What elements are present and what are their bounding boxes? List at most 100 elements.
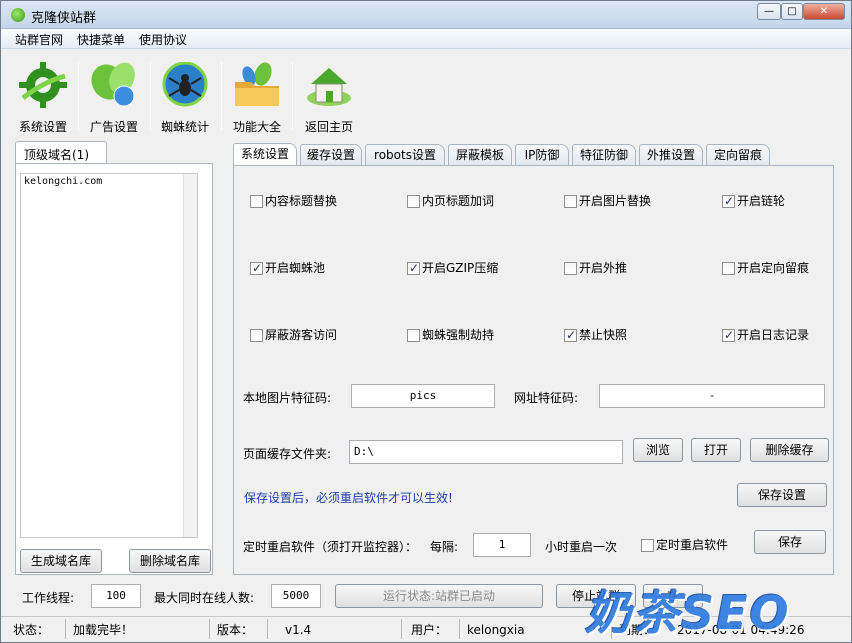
tab-block-template[interactable]: 屏蔽模板 <box>448 144 512 165</box>
option-checkbox[interactable]: 蜘蛛强制劫持 <box>407 328 494 344</box>
toolbar-home[interactable]: 返回主页 <box>295 56 363 134</box>
version-label: 版本： <box>217 623 254 637</box>
settings-tabs: 系统设置 缓存设置 robots设置 屏蔽模板 IP防御 特征防御 外推设置 定… <box>233 143 833 166</box>
restart-label: 定时重启软件（须打开监控器）： <box>243 540 418 554</box>
toolbar-label: 功能大全 <box>232 120 281 134</box>
status-value: 加载完毕！ <box>73 623 134 637</box>
domain-panel: kelongchi.com <box>15 163 213 575</box>
status-separator <box>459 619 460 639</box>
window-title: 克隆侠站群 <box>31 11 97 26</box>
img-code-input[interactable]: pics <box>351 384 495 408</box>
url-code-input[interactable]: - <box>599 384 825 408</box>
toolbar-system-settings[interactable]: 系统设置 <box>9 56 77 134</box>
img-code-label: 本地图片特征码: <box>243 391 332 405</box>
title-bar: 克隆侠站群 — □ ✕ <box>1 1 851 29</box>
option-checkbox[interactable]: 开启链轮 <box>722 194 785 210</box>
toolbar-label: 系统设置 <box>18 120 67 134</box>
option-checkbox[interactable]: 开启日志记录 <box>722 328 809 344</box>
checkbox-box[interactable] <box>407 195 420 208</box>
list-item[interactable]: kelongchi.com <box>24 176 194 187</box>
toolbar-all-features[interactable]: 功能大全 <box>223 56 291 134</box>
menu-agreement[interactable]: 使用协议 <box>139 31 187 48</box>
tab-feature-defense[interactable]: 特征防御 <box>572 144 636 165</box>
hours-label: 小时重启一次 <box>545 540 618 554</box>
status-separator <box>267 619 268 639</box>
close-button[interactable]: ✕ <box>803 3 845 20</box>
cache-folder-input[interactable]: D:\ <box>349 440 623 464</box>
threads-input[interactable]: 100 <box>91 584 141 608</box>
toolbar-spider-stats[interactable]: 蜘蛛统计 <box>151 56 219 134</box>
checkbox-box[interactable] <box>407 261 420 275</box>
menu-site[interactable]: 站群官网 <box>15 31 63 48</box>
url-code-label: 网址特征码: <box>514 391 579 405</box>
threads-label: 工作线程: <box>22 591 75 605</box>
delete-domain-button[interactable]: 删除域名库 <box>129 549 211 573</box>
save-settings-button[interactable]: 保存设置 <box>737 483 827 507</box>
checkbox-box[interactable] <box>564 262 577 275</box>
checkbox-box[interactable] <box>564 328 577 342</box>
checkbox-box[interactable] <box>641 539 654 552</box>
user-value: kelongxia <box>467 623 525 637</box>
checkbox-box[interactable] <box>722 328 735 342</box>
open-button[interactable]: 打开 <box>691 438 741 462</box>
toolbar-label: 蜘蛛统计 <box>160 120 209 134</box>
checkbox-box[interactable] <box>250 195 263 208</box>
browse-button[interactable]: 浏览 <box>633 438 683 462</box>
delete-cache-button[interactable]: 删除缓存 <box>750 438 829 462</box>
max-users-label: 最大同时在线人数: <box>154 591 255 605</box>
checkbox-box[interactable] <box>250 261 263 275</box>
checkbox-box[interactable] <box>564 195 577 208</box>
restart-hours-input[interactable]: 1 <box>473 533 531 557</box>
toolbar-label: 广告设置 <box>89 120 138 134</box>
domain-list[interactable]: kelongchi.com <box>20 173 198 538</box>
max-users-input[interactable]: 5000 <box>271 584 321 608</box>
cache-folder-label: 页面缓存文件夹: <box>243 447 332 461</box>
toolbar-separator <box>78 62 79 130</box>
minimize-button[interactable]: — <box>757 3 781 20</box>
checkbox-box[interactable] <box>722 194 735 208</box>
scrollbar[interactable] <box>183 174 197 537</box>
tab-outreach[interactable]: 外推设置 <box>639 144 703 165</box>
option-checkbox[interactable]: 内容标题替换 <box>250 194 337 210</box>
app-logo-icon <box>11 8 25 22</box>
scheduled-restart-checkbox[interactable]: 定时重启软件 <box>641 538 728 554</box>
option-checkbox[interactable]: 开启定向留痕 <box>722 261 809 277</box>
run-status-button: 运行状态:站群已启动 <box>335 584 543 608</box>
option-checkbox[interactable]: 开启外推 <box>564 261 627 277</box>
option-checkbox[interactable]: 屏蔽游客访问 <box>250 328 337 344</box>
option-checkbox[interactable]: 开启GZIP压缩 <box>407 261 498 277</box>
maximize-button[interactable]: □ <box>781 3 803 20</box>
spider-icon <box>162 62 208 107</box>
user-label: 用户： <box>411 623 448 637</box>
tab-top-domains[interactable]: 顶级域名(1) <box>15 141 107 165</box>
version-value: v1.4 <box>285 623 312 637</box>
folder-icon <box>235 62 279 106</box>
option-checkbox[interactable]: 开启蜘蛛池 <box>250 261 325 277</box>
status-separator <box>65 619 66 639</box>
watermark-logo: 奶茶SEO <box>585 586 791 640</box>
status-separator <box>209 619 210 639</box>
home-icon <box>307 68 351 106</box>
option-checkbox[interactable]: 禁止快照 <box>564 328 627 344</box>
menu-quick[interactable]: 快捷菜单 <box>77 31 125 48</box>
toolbar-separator <box>221 62 222 130</box>
checkbox-box[interactable] <box>407 329 420 342</box>
status-label: 状态： <box>13 623 50 637</box>
tab-robots[interactable]: robots设置 <box>365 144 445 165</box>
tab-directed-trace[interactable]: 定向留痕 <box>706 144 770 165</box>
gear-icon <box>19 62 67 108</box>
option-checkbox[interactable]: 开启图片替换 <box>564 194 651 210</box>
save-button[interactable]: 保存 <box>754 530 826 554</box>
tab-system[interactable]: 系统设置 <box>233 143 297 166</box>
system-settings-panel <box>233 165 834 575</box>
tab-ip-defense[interactable]: IP防御 <box>515 144 569 165</box>
checkbox-box[interactable] <box>250 329 263 342</box>
option-checkbox[interactable]: 内页标题加词 <box>407 194 494 210</box>
toolbar-separator <box>292 62 293 130</box>
generate-domain-button[interactable]: 生成域名库 <box>20 549 102 573</box>
toolbar-ad-settings[interactable]: 广告设置 <box>80 56 148 134</box>
checkbox-box[interactable] <box>722 262 735 275</box>
toolbar-label: 返回主页 <box>304 120 353 134</box>
globe-leaf-icon <box>91 62 135 107</box>
tab-cache[interactable]: 缓存设置 <box>300 144 362 165</box>
